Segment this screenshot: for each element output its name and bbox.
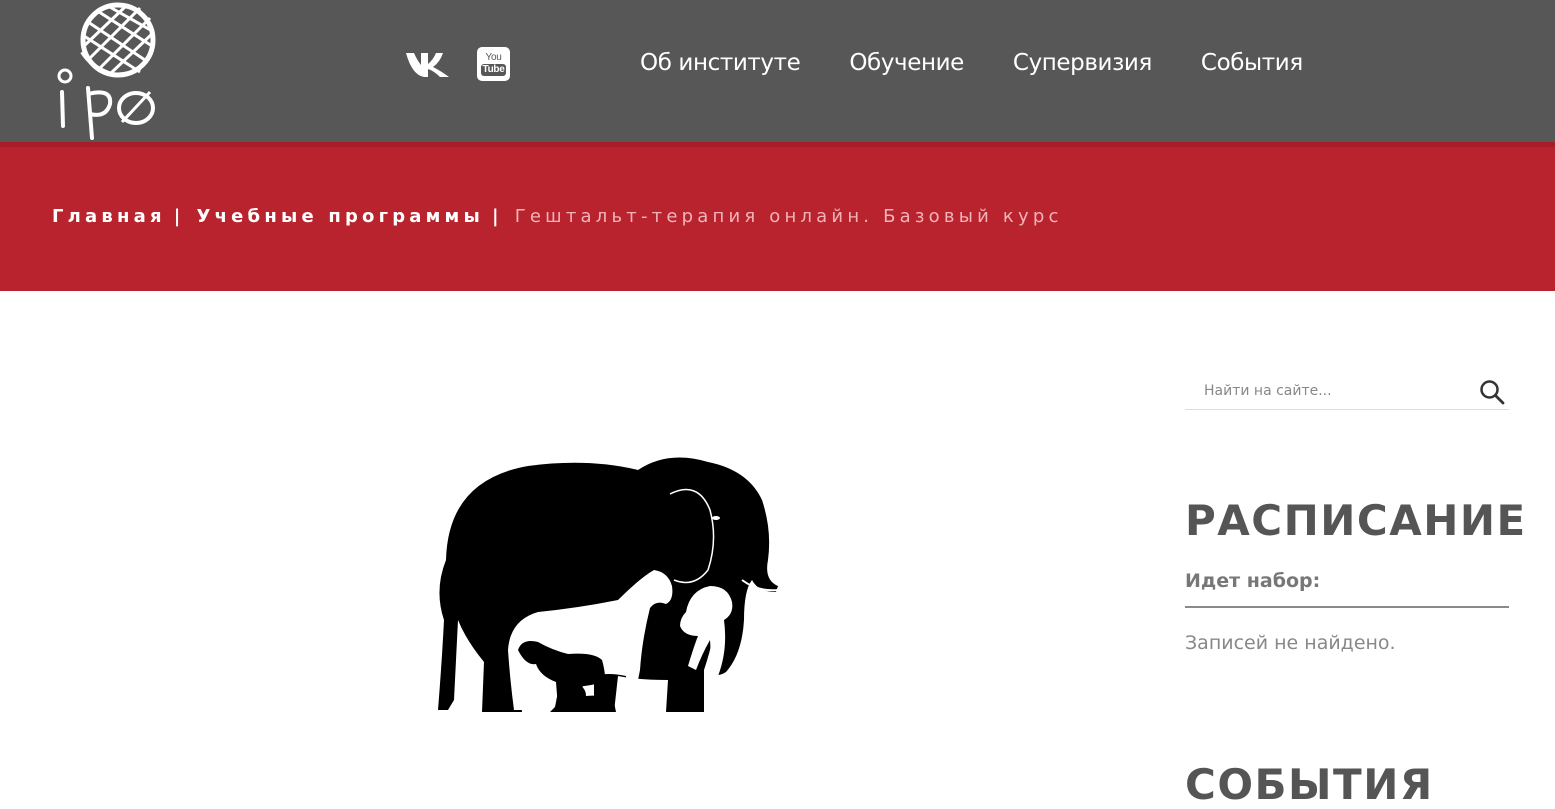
site-header: You Tube Об институте Обучение Супервизи… [0,0,1555,142]
course-image [418,440,790,730]
search-input[interactable] [1185,372,1465,410]
nav-item-supervision[interactable]: Супервизия [1013,50,1152,76]
enrollment-subhead: Идет набор: [1185,570,1509,608]
search-icon [1480,380,1505,405]
schedule-title: РАСПИСАНИЕ [1185,496,1527,545]
main-nav: Об институте Обучение Супервизия События [640,50,1303,76]
youtube-link[interactable]: You Tube [477,47,510,81]
breadcrumb-home[interactable]: Главная [52,206,166,227]
events-title: СОБЫТИЯ [1185,760,1434,809]
elephant-silhouette-image [438,457,779,712]
nav-item-events[interactable]: События [1201,50,1303,76]
breadcrumb-bar: Главная | Учебные программы | Гештальт-терап… [0,142,1555,291]
logo-image [57,2,156,140]
breadcrumb-programs[interactable]: Учебные программы [197,206,484,227]
site-logo[interactable] [52,2,164,142]
search-form [1185,372,1509,410]
breadcrumb-separator: | [491,206,503,227]
youtube-icon-you: You [485,51,502,63]
youtube-icon-tube: Tube [480,63,507,76]
breadcrumb: Главная | Учебные программы | Гештальт-терап… [52,206,1063,227]
vk-link[interactable] [406,52,450,78]
vk-icon [406,53,449,77]
youtube-icon: You Tube [477,47,510,81]
nav-item-about[interactable]: Об институте [640,50,801,76]
nav-item-education[interactable]: Обучение [849,50,964,76]
search-button[interactable] [1479,379,1505,405]
breadcrumb-separator: | [173,206,185,227]
breadcrumb-current: Гештальт-терапия онлайн. Базовый курс [514,206,1063,227]
no-records-text: Записей не найдено. [1185,632,1396,654]
